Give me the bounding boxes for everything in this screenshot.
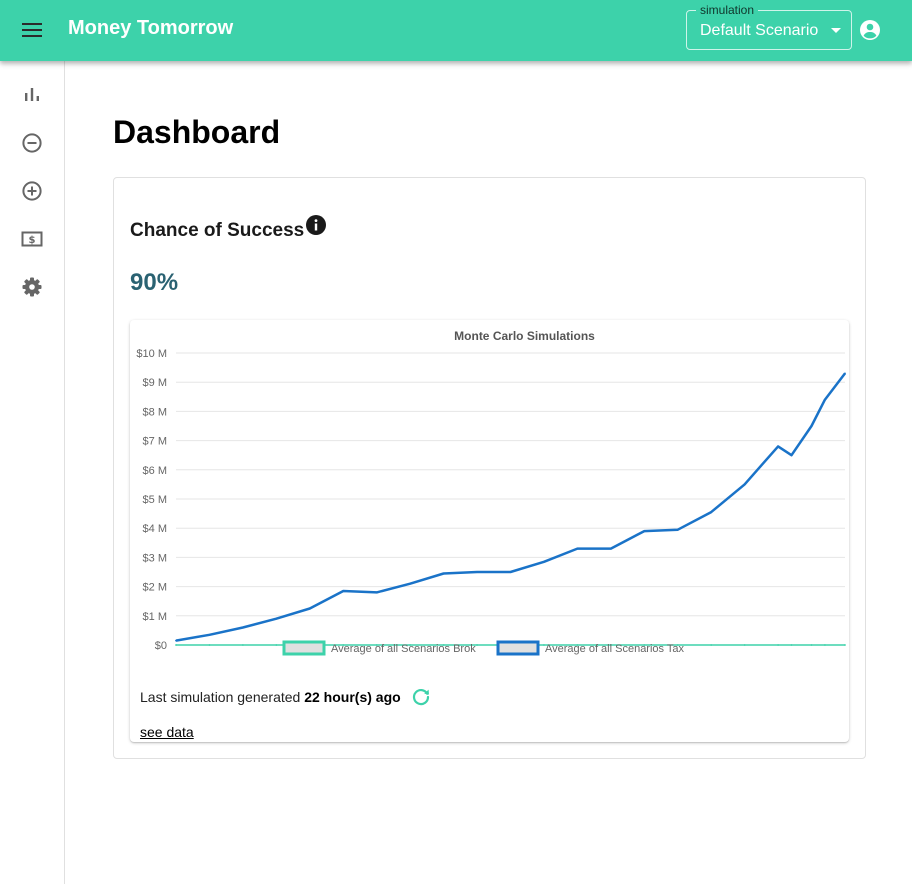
refresh-icon[interactable] xyxy=(410,686,432,708)
data-point xyxy=(175,639,177,642)
last-simulation-text: Last simulation generated 22 hour(s) ago xyxy=(140,689,401,705)
data-point xyxy=(342,590,345,592)
simulation-select[interactable]: simulation Default Scenario xyxy=(686,3,852,50)
data-point xyxy=(242,626,244,629)
simulation-select-label: simulation xyxy=(696,3,759,17)
data-point xyxy=(824,644,826,646)
data-point xyxy=(844,372,846,375)
legend-swatch xyxy=(282,640,326,656)
legend-swatch xyxy=(496,640,540,656)
svg-text:$: $ xyxy=(29,235,36,246)
data-point xyxy=(643,530,646,533)
data-point xyxy=(442,572,445,575)
data-point xyxy=(777,445,779,448)
data-point xyxy=(208,644,211,646)
success-card: Chance of Success 90% Monte Carlo Simula… xyxy=(113,177,866,759)
page-title: Dashboard xyxy=(113,114,281,150)
data-point xyxy=(543,560,545,563)
app-title: Money Tomorrow xyxy=(68,17,234,39)
data-point xyxy=(743,483,746,486)
y-tick-label: $4 M xyxy=(143,523,167,535)
data-point xyxy=(844,644,846,646)
data-point xyxy=(609,547,612,550)
y-tick-label: $5 M xyxy=(143,494,167,506)
data-point xyxy=(208,633,211,636)
data-point xyxy=(710,511,713,514)
data-point xyxy=(242,644,244,646)
data-point xyxy=(777,644,779,646)
chance-of-success-heading: Chance of Success xyxy=(130,220,305,241)
y-tick-label: $6 M xyxy=(143,465,167,477)
y-tick-label: $0 xyxy=(155,640,167,652)
success-percentage: 90% xyxy=(130,269,179,296)
data-point xyxy=(824,398,826,401)
data-point xyxy=(375,591,378,594)
y-tick-label: $10 M xyxy=(136,348,167,360)
simulation-select-value: Default Scenario xyxy=(700,22,819,39)
money-bill-icon[interactable]: $ xyxy=(20,227,44,251)
data-point xyxy=(810,425,813,427)
chevron-down-icon xyxy=(831,28,841,33)
series-line xyxy=(175,372,846,642)
chart-title: Monte Carlo Simulations xyxy=(454,329,595,343)
legend-label: Average of all Scenarios Tax xyxy=(545,643,685,655)
y-tick-label: $8 M xyxy=(143,406,167,418)
data-point xyxy=(476,644,478,646)
data-point xyxy=(509,571,512,573)
data-point xyxy=(576,547,579,550)
see-data-link[interactable]: see data xyxy=(140,724,194,740)
y-tick-label: $9 M xyxy=(143,377,167,389)
data-point xyxy=(275,644,278,646)
data-point xyxy=(743,644,746,646)
sidebar: $ xyxy=(0,61,65,884)
y-tick-label: $7 M xyxy=(143,436,167,448)
data-point xyxy=(790,454,793,457)
legend-label: Average of all Scenarios Brok xyxy=(331,643,476,655)
data-point xyxy=(175,644,177,646)
data-point xyxy=(409,582,412,585)
monte-carlo-chart: Monte Carlo Simulations $0 $1 M $2 M $3 M $4 … xyxy=(136,329,846,656)
y-tick-label: $1 M xyxy=(143,611,167,623)
gear-icon[interactable] xyxy=(20,275,44,299)
hamburger-menu-icon[interactable] xyxy=(17,15,47,45)
last-simulation-prefix: Last simulation generated xyxy=(140,689,301,705)
data-point xyxy=(476,571,478,573)
data-point xyxy=(308,607,311,610)
data-point xyxy=(790,644,793,646)
account-circle-icon[interactable] xyxy=(858,18,882,42)
monte-carlo-chart-card: Monte Carlo Simulations $0 $1 M $2 M $3 M $4 … xyxy=(130,320,849,742)
plus-circle-icon[interactable] xyxy=(20,179,44,203)
y-tick-label: $3 M xyxy=(143,552,167,564)
data-point xyxy=(710,644,713,646)
bar-chart-icon[interactable] xyxy=(20,83,44,107)
app-bar: Money Tomorrow simulation Default Scenar… xyxy=(0,0,912,61)
data-point xyxy=(676,528,679,531)
y-tick-label: $2 M xyxy=(143,582,167,594)
minus-circle-icon[interactable] xyxy=(20,131,44,155)
last-simulation-age: 22 hour(s) ago xyxy=(304,689,401,705)
data-point xyxy=(810,644,813,646)
info-icon[interactable] xyxy=(305,214,327,236)
data-point xyxy=(275,617,278,620)
